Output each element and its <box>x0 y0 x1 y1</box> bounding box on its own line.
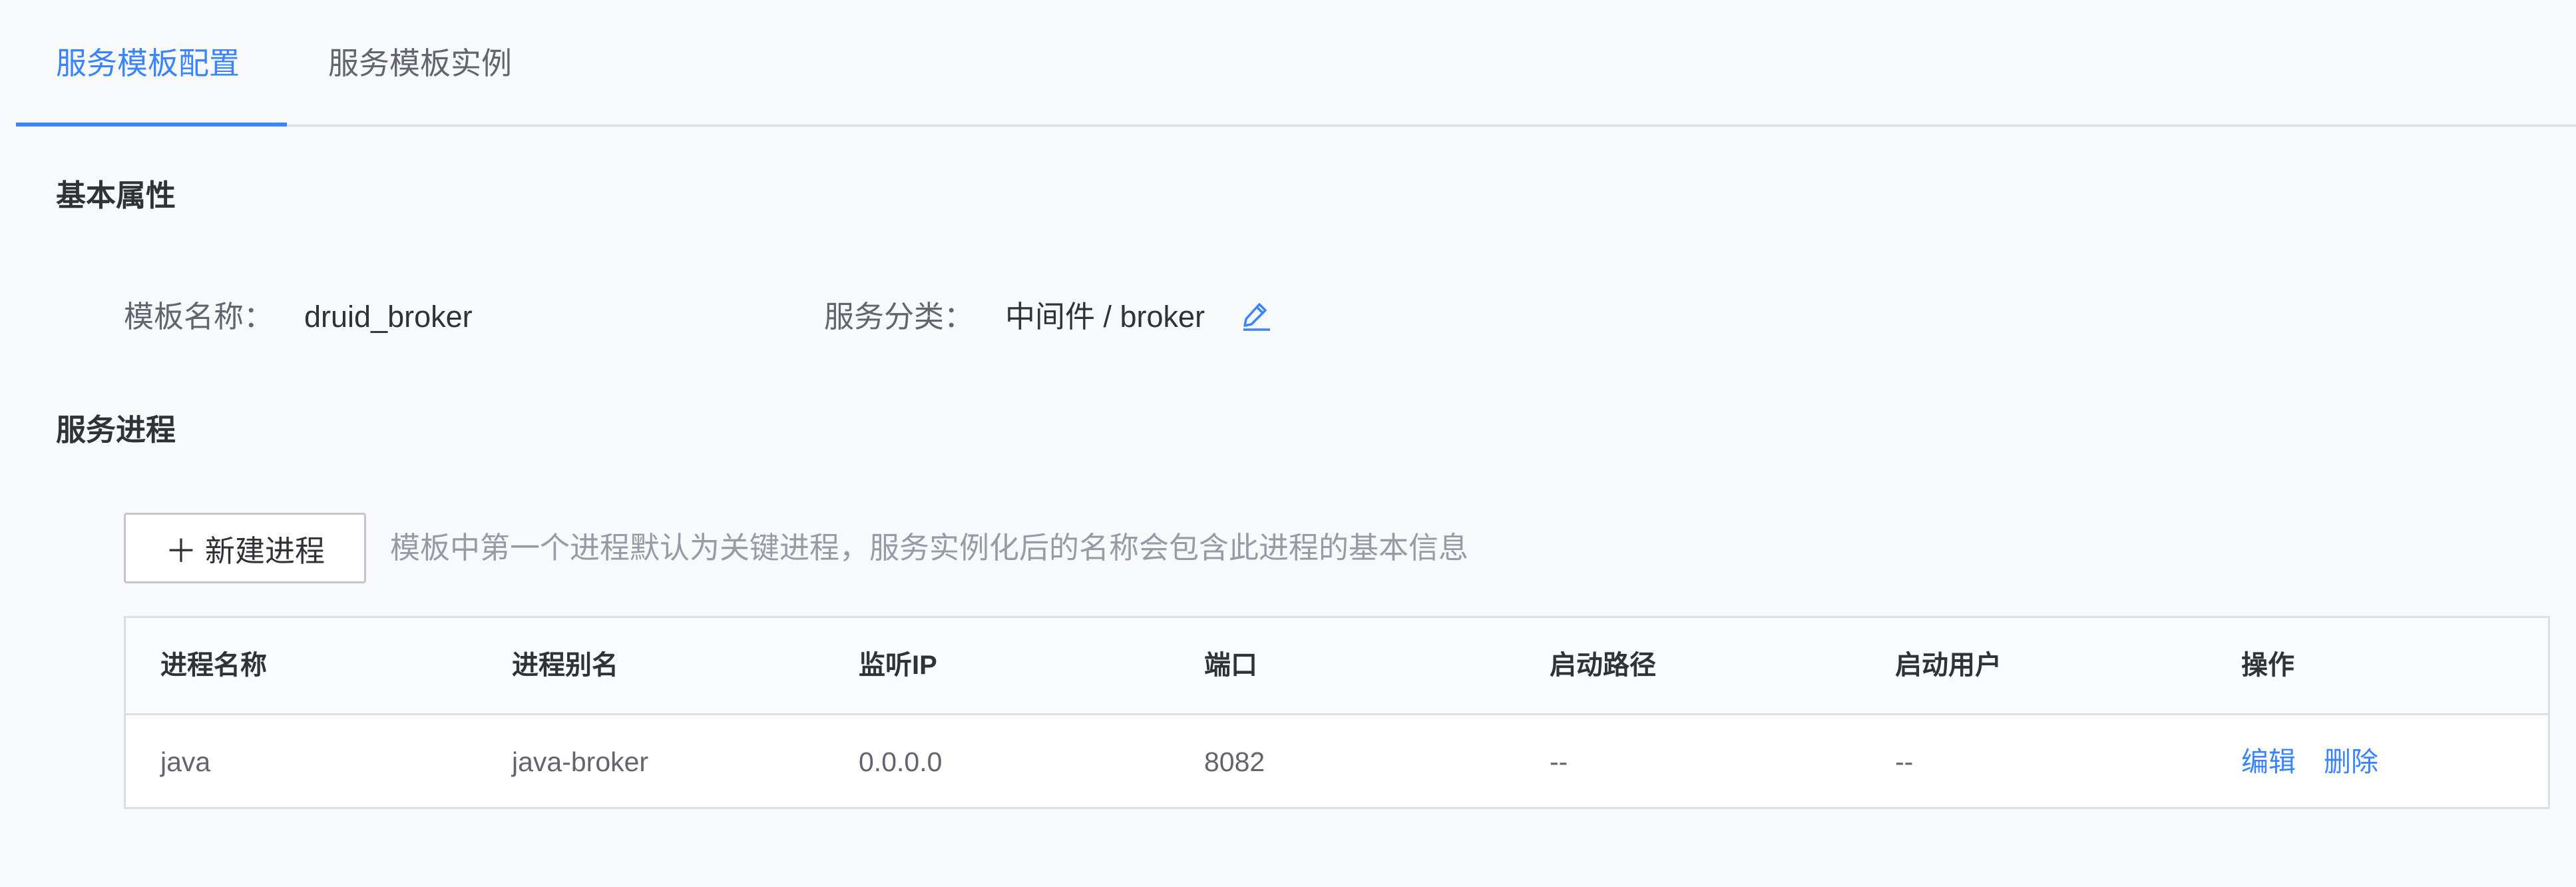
column-header-start-path: 启动路径 <box>1550 651 1656 680</box>
table-header: 进程名称 进程别名 监听IP 端口 启动路径 启动用户 操作 <box>126 618 2548 715</box>
tab-service-template-config[interactable]: 服务模板配置 <box>56 40 240 87</box>
new-process-button-label: 新建进程 <box>205 533 325 568</box>
cell-start-user: -- <box>1895 746 1914 777</box>
column-header-process-alias: 进程别名 <box>512 651 618 680</box>
template-name-label: 模板名称： <box>124 300 274 334</box>
process-table: 进程名称 进程别名 监听IP 端口 启动路径 启动用户 操作 java java… <box>124 616 2550 809</box>
new-process-button[interactable]: ＋ 新建进程 <box>124 513 366 583</box>
column-header-port: 端口 <box>1204 651 1257 680</box>
delete-process-link[interactable]: 删除 <box>2324 743 2378 780</box>
section-title-process: 服务进程 <box>56 413 176 447</box>
column-header-listen-ip: 监听IP <box>859 651 937 680</box>
tab-service-template-instance[interactable]: 服务模板实例 <box>328 40 512 87</box>
column-header-start-user: 启动用户 <box>1895 651 2002 680</box>
tab-bar: 服务模板配置 服务模板实例 <box>0 0 2576 127</box>
service-category-label: 服务分类： <box>824 300 974 334</box>
edit-process-link[interactable]: 编辑 <box>2241 743 2296 780</box>
cell-process-alias: java-broker <box>512 746 649 777</box>
tab-divider <box>16 125 2576 127</box>
cell-start-path: -- <box>1550 746 1568 777</box>
service-category-value: 中间件 / broker <box>1005 300 1205 334</box>
column-header-process-name: 进程名称 <box>160 651 267 680</box>
active-tab-indicator <box>16 123 287 127</box>
cell-listen-ip: 0.0.0.0 <box>859 746 943 777</box>
process-hint: 模板中第一个进程默认为关键进程，服务实例化后的名称会包含此进程的基本信息 <box>390 531 1469 565</box>
template-name-value: druid_broker <box>304 300 473 334</box>
pencil-icon[interactable] <box>1239 298 1273 332</box>
plus-icon: ＋ <box>164 534 197 569</box>
section-title-basic: 基本属性 <box>56 178 176 212</box>
column-header-actions: 操作 <box>2241 651 2294 680</box>
cell-port: 8082 <box>1204 746 1265 777</box>
cell-process-name: java <box>160 746 211 777</box>
